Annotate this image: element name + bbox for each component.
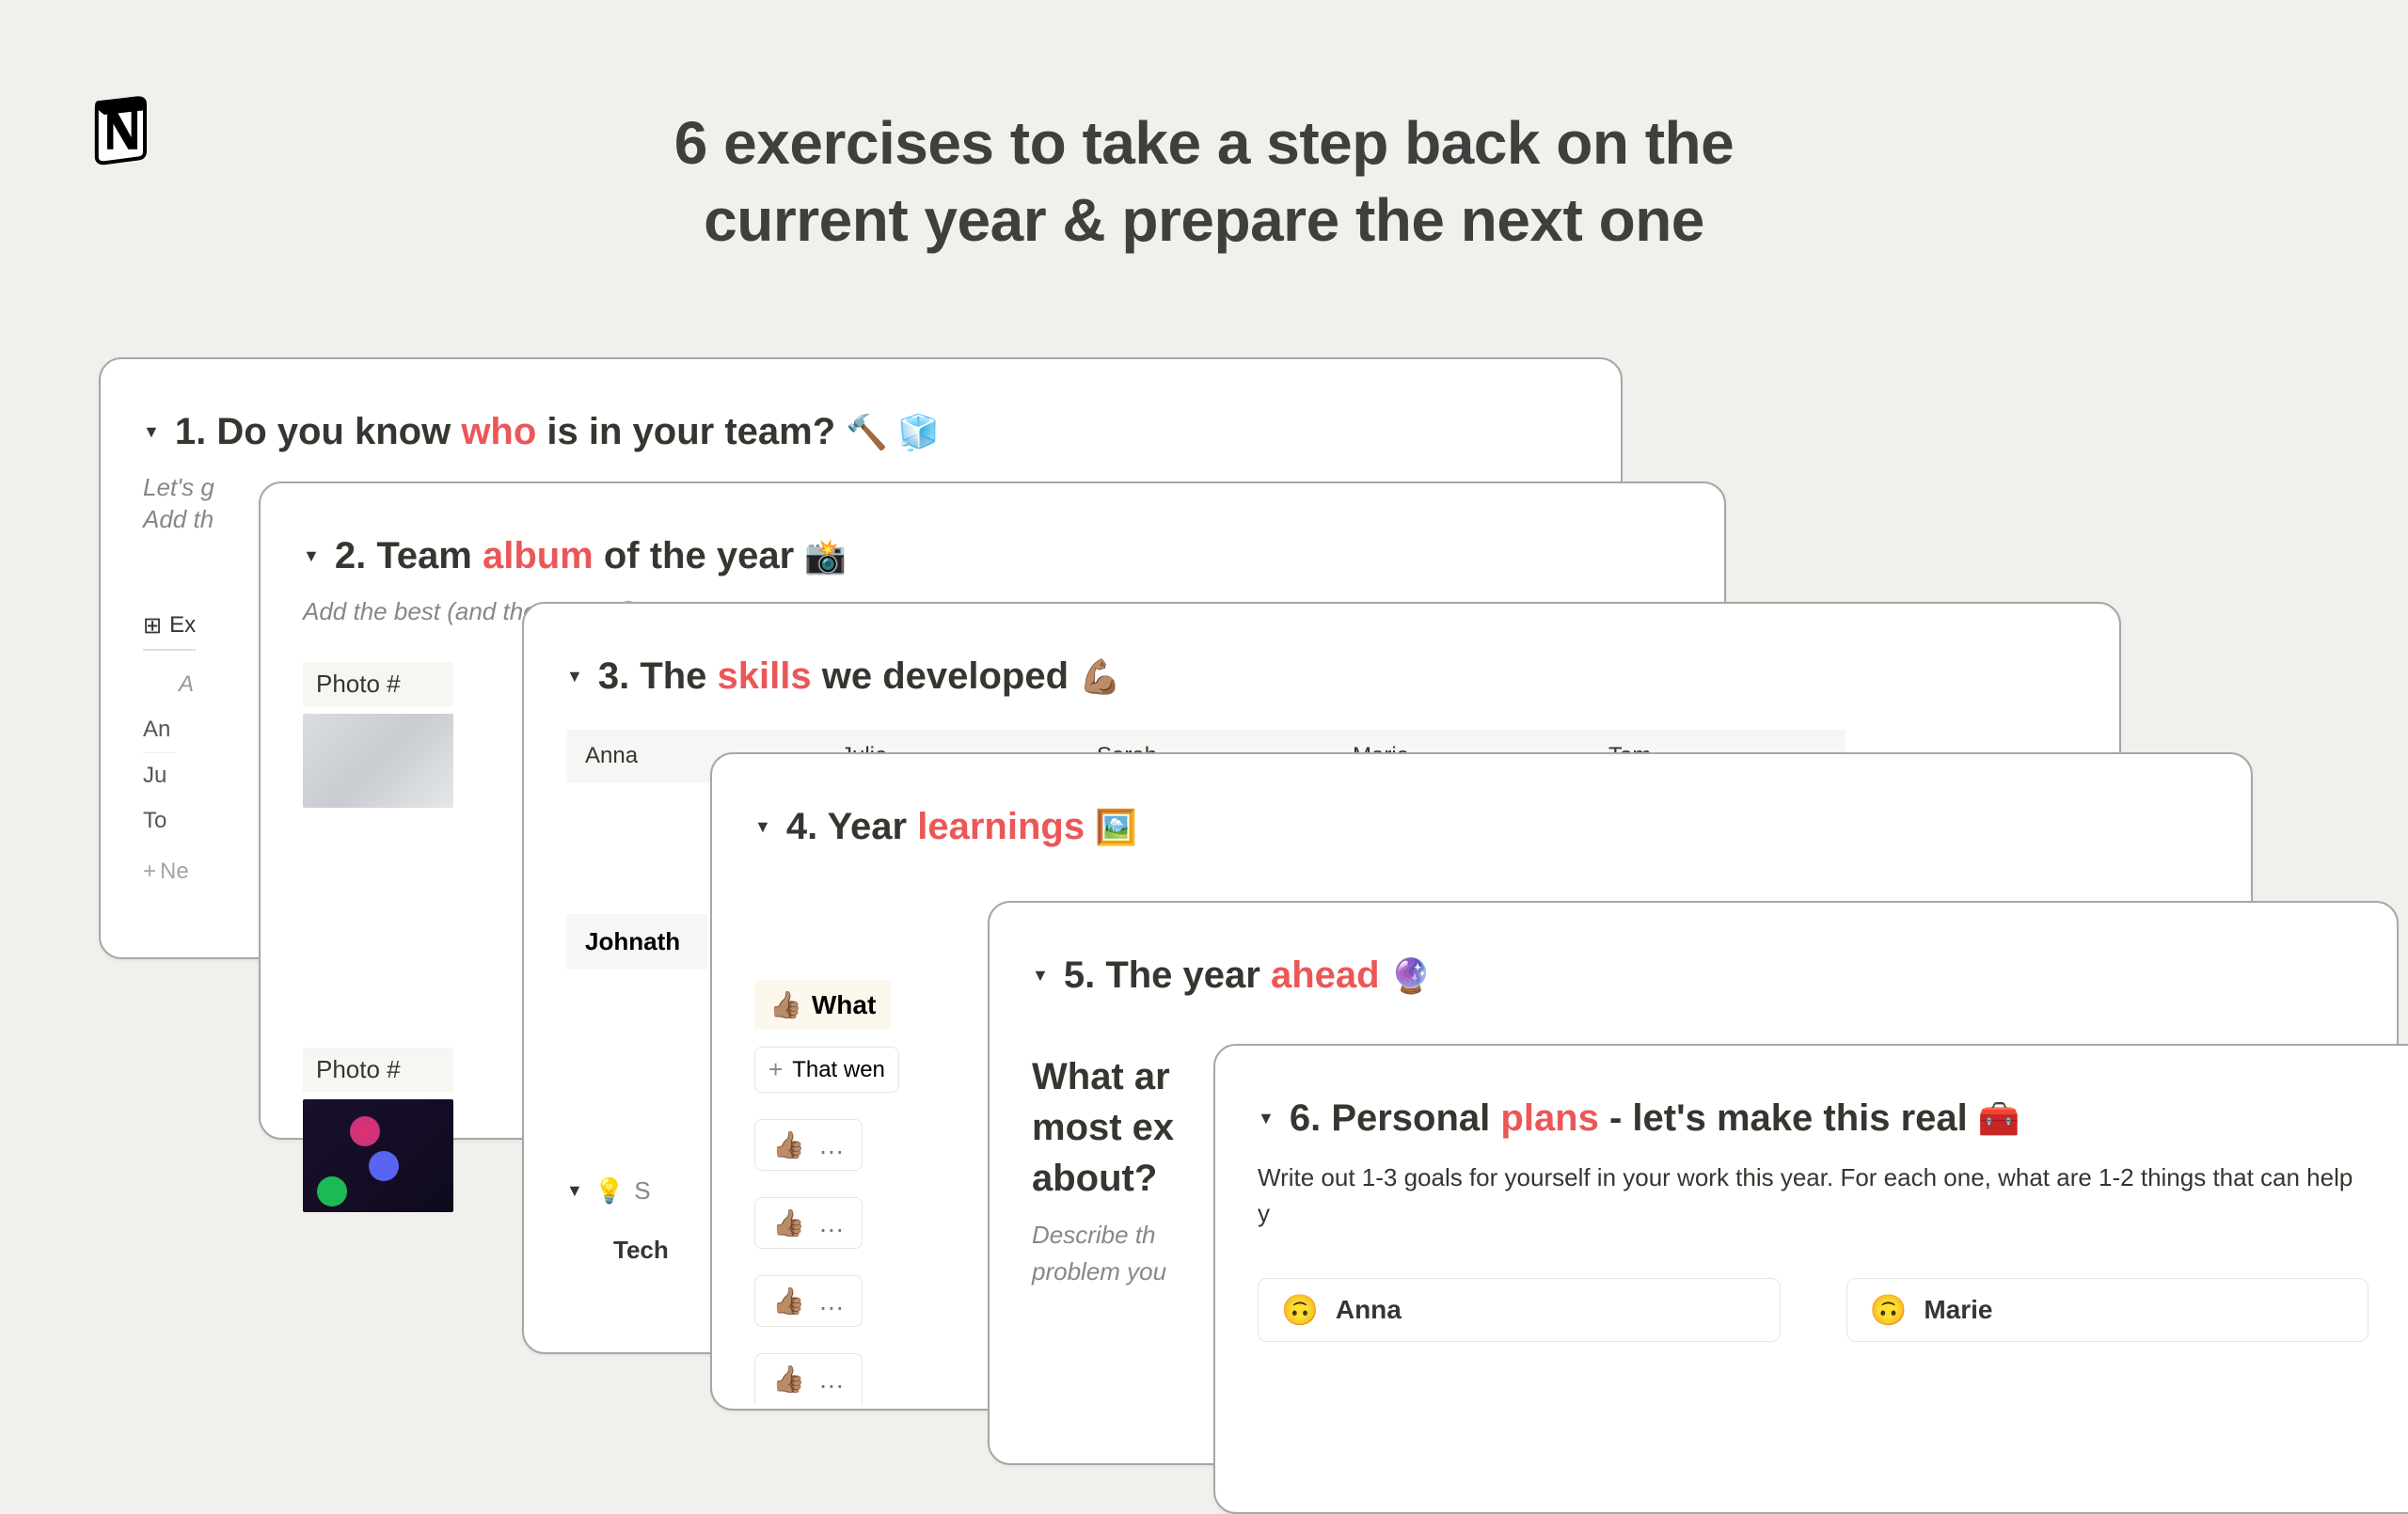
heading-6[interactable]: ▼ 6. Personal plans - let's make this re… (1258, 1097, 2368, 1140)
notion-logo (85, 92, 160, 167)
photo-label-1[interactable]: Photo # (303, 662, 453, 706)
heading-5-post (1380, 954, 1390, 996)
person-card-marie[interactable]: 🙃 Marie (1846, 1278, 2369, 1342)
heading-4-num: 4. (786, 806, 817, 847)
heading-2[interactable]: ▼ 2. Team album of the year 📸 (303, 535, 1658, 577)
callout-what: 👍🏽 What (754, 980, 891, 1030)
heading-6-post: - let's make this real (1599, 1097, 1978, 1139)
thumbs-up-icon: 👍🏽 (769, 989, 802, 1020)
heading-5-pre: The year (1105, 954, 1271, 996)
plus-icon: + (768, 1055, 783, 1084)
person-card-anna[interactable]: 🙃 Anna (1258, 1278, 1781, 1342)
toggle-arrow-icon[interactable]: ▼ (566, 1181, 583, 1201)
heading-5-num: 5. (1064, 954, 1095, 996)
face-icon: 🙃 (1870, 1292, 1908, 1328)
thumbs-up-icon: 👍🏽 (772, 1129, 805, 1160)
heading-2-num: 2. (335, 535, 366, 576)
toggle-arrow-icon[interactable]: ▼ (303, 546, 320, 566)
thumb-item[interactable]: 👍🏽… (754, 1353, 863, 1404)
new-item-chip[interactable]: + That wen (754, 1047, 899, 1093)
heading-1-highlight: who (461, 411, 536, 452)
heading-2-post: of the year (594, 535, 805, 576)
crystal-ball-icon: 🔮 (1390, 956, 1433, 995)
toggle-arrow-icon[interactable]: ▼ (143, 422, 160, 442)
heading-6-num: 6. (1290, 1097, 1321, 1139)
card6-subtext: Write out 1-3 goals for yourself in your… (1258, 1160, 2368, 1231)
photo-thumbnail-1[interactable] (303, 714, 453, 808)
frame-icon: 🖼️ (1095, 808, 1137, 846)
photo-label-2[interactable]: Photo # (303, 1048, 453, 1092)
heading-5-highlight: ahead (1271, 954, 1380, 996)
toolbox-icon: 🧰 (1978, 1099, 2020, 1138)
thumbs-up-icon: 👍🏽 (772, 1364, 805, 1395)
heading-6-pre: Personal (1331, 1097, 1500, 1139)
bulb-icon: 💡 (594, 1176, 625, 1206)
muscle-icon: 💪🏽 (1079, 657, 1121, 696)
heading-1-post: is in your team? (536, 411, 846, 452)
heading-3-post: we developed (812, 655, 1080, 697)
toggle-arrow-icon[interactable]: ▼ (566, 667, 583, 686)
card-exercise-6: ▼ 6. Personal plans - let's make this re… (1213, 1044, 2408, 1514)
toggle-arrow-icon[interactable]: ▼ (1032, 966, 1049, 986)
thumb-item[interactable]: 👍🏽… (754, 1119, 863, 1171)
heading-4-highlight: learnings (917, 806, 1085, 847)
thumbs-up-icon: 👍🏽 (772, 1207, 805, 1238)
hammer-ice-icon: 🔨 🧊 (846, 413, 940, 451)
camera-icon: 📸 (804, 537, 847, 576)
table-icon: ⊞ (143, 612, 162, 639)
heading-5[interactable]: ▼ 5. The year ahead 🔮 (1032, 954, 2331, 997)
person-name: Anna (1336, 1295, 1402, 1325)
face-icon: 🙃 (1281, 1292, 1319, 1328)
heading-1[interactable]: ▼ 1. Do you know who is in your team? 🔨 … (143, 411, 1555, 453)
heading-1-pre: Do you know (216, 411, 461, 452)
heading-4-post (1085, 806, 1095, 847)
thumbs-up-icon: 👍🏽 (772, 1285, 805, 1317)
photo-thumbnail-2[interactable] (303, 1099, 453, 1212)
heading-2-highlight: album (483, 535, 594, 576)
toggle-arrow-icon[interactable]: ▼ (754, 817, 771, 837)
toggle-arrow-icon[interactable]: ▼ (1258, 1109, 1275, 1128)
heading-4[interactable]: ▼ 4. Year learnings 🖼️ (754, 806, 2185, 848)
heading-2-pre: Team (376, 535, 483, 576)
thumb-item[interactable]: 👍🏽… (754, 1275, 863, 1327)
heading-3-num: 3. (598, 655, 629, 697)
heading-6-highlight: plans (1500, 1097, 1598, 1139)
heading-1-num: 1. (175, 411, 206, 452)
heading-3[interactable]: ▼ 3. The skills we developed 💪🏽 (566, 655, 2053, 698)
page-title: 6 exercises to take a step back on the c… (602, 105, 1806, 260)
thumb-item[interactable]: 👍🏽… (754, 1197, 863, 1249)
heading-4-pre: Year (828, 806, 918, 847)
view-label[interactable]: ⊞ Ex (143, 612, 196, 651)
heading-3-highlight: skills (718, 655, 812, 697)
skill-row-johnath[interactable]: Johnath (566, 914, 707, 970)
heading-3-pre: The (640, 655, 717, 697)
person-name: Marie (1924, 1295, 1992, 1325)
